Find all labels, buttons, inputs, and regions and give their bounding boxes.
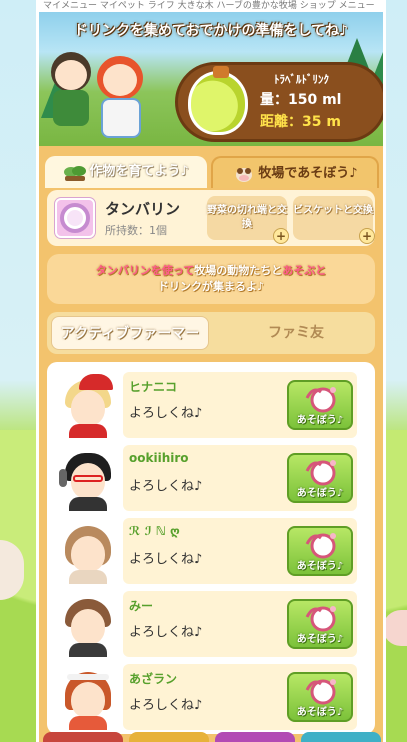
distance-value: 35 m <box>302 114 341 130</box>
play-button-label: あそぼう♪ <box>296 415 344 426</box>
play-button[interactable]: あそぼう♪ <box>287 526 353 576</box>
info-text-highlight: あそぶと <box>282 264 327 277</box>
friend-card: みー よろしくね♪ あそぼう♪ <box>123 591 357 657</box>
exchange-vegetable-label: 野菜の切れ端と交換 <box>207 205 287 230</box>
play-button-label: あそぼう♪ <box>296 488 344 499</box>
item-bar: タンバリン 所持数：1個 野菜の切れ端と交換 + ビスケットと交換 + <box>47 190 375 246</box>
tab-fami-friends[interactable]: ファミ友 <box>217 316 375 350</box>
play-button-label: あそぼう♪ <box>296 561 344 572</box>
avatar <box>57 593 119 657</box>
friend-card: あざラン よろしくね♪ あそぼう♪ <box>123 664 357 730</box>
banner-message: ドリンクを集めておでかけの準備をしてね♪ <box>73 23 349 39</box>
info-message: タンバリンを使って牧場の動物たちとあそぶと ドリンクが集まるよ♪ <box>47 254 375 304</box>
tab-active-farmer[interactable]: アクティブファーマー <box>51 316 209 350</box>
amount-label: 量： <box>260 92 288 108</box>
travel-drink-title: ﾄﾗﾍﾞﾙﾄﾞﾘﾝｸ <box>274 73 329 86</box>
friend-list: ヒナニコ よろしくね♪ あそぼう♪ ookiihiro よろしくね♪ あそぼう♪… <box>47 362 375 734</box>
tab-play-ranch[interactable]: 牧場であそぼう♪ <box>211 156 379 188</box>
tambourine-play-icon <box>305 460 336 486</box>
tambourine-play-icon <box>305 606 336 632</box>
drink-bottle-icon <box>188 66 248 135</box>
bottom-nav-partial <box>39 732 383 742</box>
info-text: 牧場の動物たちと <box>194 264 283 277</box>
amount-row: 量：150 ml <box>260 89 341 109</box>
exchange-biscuit-label: ビスケットと交換 <box>293 205 373 216</box>
bottom-nav-item[interactable] <box>43 732 123 742</box>
tambourine-icon <box>55 198 95 238</box>
distance-row: 距離：35 m <box>260 111 341 131</box>
bottom-nav-item[interactable] <box>215 732 295 742</box>
travel-drink-panel: ﾄﾗﾍﾞﾙﾄﾞﾘﾝｸ 量：150 ml 距離：35 m <box>175 62 383 142</box>
list-item: ℛ ℐ ℕ ღ よろしくね♪ あそぼう♪ <box>53 516 369 586</box>
item-name: タンバリン <box>105 200 181 218</box>
plus-icon: + <box>273 228 289 244</box>
tambourine-play-icon <box>305 533 336 559</box>
play-button[interactable]: あそぼう♪ <box>287 453 353 503</box>
info-text: ドリンクが集まるよ♪ <box>157 280 265 293</box>
friend-name[interactable]: あざラン <box>129 670 177 687</box>
top-menu-bar[interactable]: マイメニュー マイペット ライフ 大きな木 ハーブの豊かな牧場 ショップ メニュ… <box>39 0 383 12</box>
list-item: ヒナニコ よろしくね♪ あそぼう♪ <box>53 370 369 440</box>
tambourine-play-icon <box>305 679 336 705</box>
play-button[interactable]: あそぼう♪ <box>287 672 353 722</box>
avatar <box>57 374 119 438</box>
avatar <box>57 520 119 584</box>
play-button[interactable]: あそぼう♪ <box>287 380 353 430</box>
amount-value: 150 ml <box>288 92 342 108</box>
friend-card: ℛ ℐ ℕ ღ よろしくね♪ あそぼう♪ <box>123 518 357 584</box>
friend-card: ookiihiro よろしくね♪ あそぼう♪ <box>123 445 357 511</box>
list-item: あざラン よろしくね♪ あそぼう♪ <box>53 662 369 732</box>
mode-tabs: 作物を育てよう♪ 牧場であそぼう♪ <box>39 150 383 190</box>
list-item: ookiihiro よろしくね♪ あそぼう♪ <box>53 443 369 513</box>
sprout-icon <box>64 165 87 181</box>
tab-grow-crops[interactable]: 作物を育てよう♪ <box>45 156 207 188</box>
avatar <box>57 666 119 730</box>
distance-label: 距離： <box>260 114 302 130</box>
friend-message: よろしくね♪ <box>129 479 203 494</box>
travel-banner: ドリンクを集めておでかけの準備をしてね♪ ﾄﾗﾍﾞﾙﾄﾞﾘﾝｸ 量：150 ml… <box>39 12 383 146</box>
bottom-nav-item[interactable] <box>129 732 209 742</box>
friend-message: よろしくね♪ <box>129 552 203 567</box>
tambourine-play-icon <box>305 387 336 413</box>
friend-name[interactable]: ℛ ℐ ℕ ღ <box>129 524 180 538</box>
exchange-vegetable-button[interactable]: 野菜の切れ端と交換 + <box>207 196 289 244</box>
friend-name[interactable]: ヒナニコ <box>129 378 177 395</box>
list-item: みー よろしくね♪ あそぼう♪ <box>53 589 369 659</box>
play-button[interactable]: あそぼう♪ <box>287 599 353 649</box>
friend-message: よろしくね♪ <box>129 406 203 421</box>
cow-icon <box>236 167 253 182</box>
friend-card: ヒナニコ よろしくね♪ あそぼう♪ <box>123 372 357 438</box>
bottom-nav-item[interactable] <box>301 732 381 742</box>
friend-message: よろしくね♪ <box>129 698 203 713</box>
exchange-biscuit-button[interactable]: ビスケットと交換 + <box>293 196 375 244</box>
plus-icon: + <box>359 228 375 244</box>
avatar <box>57 447 119 511</box>
info-text-highlight: タンバリンを使って <box>95 264 195 277</box>
friend-name[interactable]: ookiihiro <box>129 451 189 465</box>
item-count: 所持数：1個 <box>105 224 167 237</box>
play-button-label: あそぼう♪ <box>296 707 344 718</box>
play-button-label: あそぼう♪ <box>296 634 344 645</box>
tab-play-label: 牧場であそぼう♪ <box>258 166 358 181</box>
friend-message: よろしくね♪ <box>129 625 203 640</box>
main-panel: マイメニュー マイペット ライフ 大きな木 ハーブの豊かな牧場 ショップ メニュ… <box>36 0 386 742</box>
characters-illustration <box>43 46 163 142</box>
friend-name[interactable]: みー <box>129 597 153 614</box>
friend-tabs: アクティブファーマー ファミ友 <box>47 312 375 354</box>
tab-grow-label: 作物を育てよう♪ <box>89 164 189 179</box>
